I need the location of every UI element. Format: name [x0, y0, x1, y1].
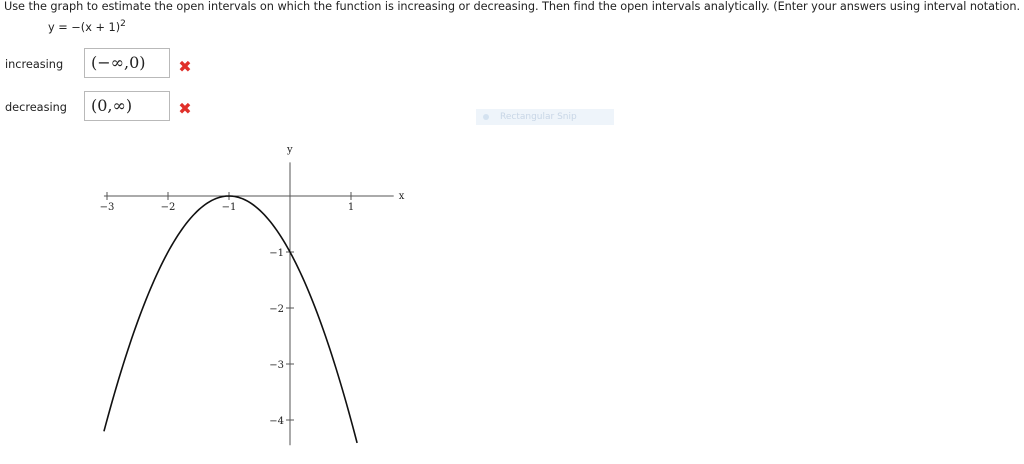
- y-tick-label: −2: [269, 304, 284, 315]
- y-tick-label: −1: [269, 248, 284, 259]
- parabola-curve: [103, 195, 358, 444]
- x-tick-label: −2: [161, 202, 176, 213]
- x-tick-label: 1: [348, 202, 354, 213]
- graph-tick-labels: x y −3 −2 −1 1 −1 −2 −3 −4: [100, 144, 405, 427]
- function-graph: x y −3 −2 −1 1 −1 −2 −3 −4: [100, 144, 405, 446]
- x-tick-label: −1: [222, 202, 237, 213]
- x-tick-label: −3: [100, 202, 115, 213]
- x-axis-title: x: [399, 191, 405, 202]
- y-axis-title: y: [286, 144, 293, 155]
- y-tick-label: −4: [269, 416, 284, 427]
- y-tick-label: −3: [269, 360, 284, 371]
